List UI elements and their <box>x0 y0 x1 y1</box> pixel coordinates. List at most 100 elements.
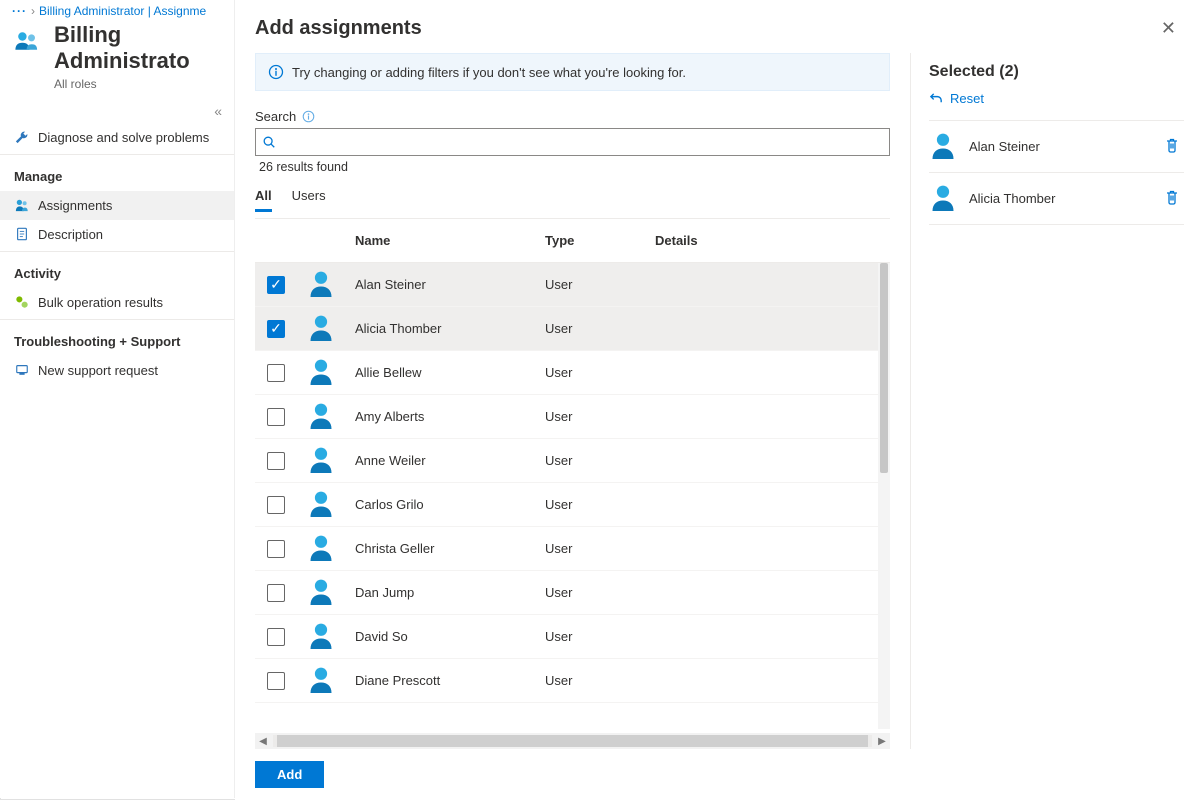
avatar-icon <box>307 401 355 432</box>
search-input[interactable] <box>276 130 883 154</box>
breadcrumb-link[interactable]: Billing Administrator | Assignme <box>39 4 206 18</box>
row-name: Christa Geller <box>355 541 545 556</box>
tab-all[interactable]: All <box>255 184 272 212</box>
collapse-nav-button[interactable]: « <box>0 99 234 123</box>
table-row[interactable]: ✓ Alicia ThomberUser <box>255 307 890 351</box>
row-checkbox[interactable] <box>267 584 285 602</box>
nav-item-bulk[interactable]: Bulk operation results <box>0 288 234 317</box>
avatar-icon <box>929 183 957 214</box>
table-row[interactable]: Carlos GriloUser <box>255 483 890 527</box>
breadcrumb-overflow[interactable]: ··· <box>12 4 27 18</box>
row-name: Allie Bellew <box>355 365 545 380</box>
row-type: User <box>545 321 655 336</box>
row-checkbox[interactable] <box>267 408 285 426</box>
search-icon <box>262 135 276 149</box>
row-checkbox[interactable] <box>267 452 285 470</box>
row-checkbox[interactable] <box>267 540 285 558</box>
nav-item-description[interactable]: Description <box>0 220 234 249</box>
row-name: Anne Weiler <box>355 453 545 468</box>
avatar-icon <box>307 489 355 520</box>
remove-button[interactable] <box>1160 185 1184 212</box>
filter-tabs: All Users <box>255 184 890 212</box>
table-row[interactable]: Dan JumpUser <box>255 571 890 615</box>
add-button[interactable]: Add <box>255 761 324 788</box>
flyout-title: Add assignments <box>255 17 422 40</box>
avatar-icon <box>307 577 355 608</box>
info-icon <box>268 64 284 80</box>
row-name: Diane Prescott <box>355 673 545 688</box>
nav-item-assignments[interactable]: Assignments <box>0 191 234 220</box>
nav-item-label: Description <box>38 227 103 242</box>
selected-title: Selected (2) <box>929 53 1184 81</box>
table-row[interactable]: David SoUser <box>255 615 890 659</box>
tab-users[interactable]: Users <box>292 184 326 212</box>
avatar-icon <box>307 665 355 696</box>
table-row[interactable]: ✓Alan SteinerUser <box>255 263 890 307</box>
vertical-scrollbar[interactable] <box>878 263 890 729</box>
selected-item: Alicia Thomber <box>929 172 1184 225</box>
selected-panel: Selected (2) Reset Alan Steiner Alicia Th… <box>910 53 1200 749</box>
reset-label: Reset <box>950 91 984 106</box>
table-row[interactable]: Allie BellewUser <box>255 351 890 395</box>
row-checkbox[interactable] <box>267 364 285 382</box>
row-name: David So <box>355 629 545 644</box>
row-checkbox[interactable] <box>267 496 285 514</box>
bulk-icon <box>14 295 30 309</box>
page-header: Billing Administrato All roles <box>0 18 234 99</box>
row-name: Alicia Thomber <box>355 321 545 336</box>
selected-name: Alicia Thomber <box>969 191 1148 206</box>
nav-item-label: Bulk operation results <box>38 295 163 310</box>
info-text: Try changing or adding filters if you do… <box>292 65 686 80</box>
table-row[interactable]: Anne WeilerUser <box>255 439 890 483</box>
role-icon <box>14 22 44 57</box>
breadcrumb: ··· › Billing Administrator | Assignme <box>0 0 234 18</box>
remove-button[interactable] <box>1160 133 1184 160</box>
avatar-icon <box>307 313 355 344</box>
trash-icon <box>1164 189 1180 205</box>
undo-icon <box>929 91 944 106</box>
table-row[interactable]: Diane PrescottUser <box>255 659 890 703</box>
reset-button[interactable]: Reset <box>929 91 1184 106</box>
selected-name: Alan Steiner <box>969 139 1148 154</box>
row-checkbox[interactable]: ✓ <box>267 320 285 338</box>
row-checkbox[interactable]: ✓ <box>267 276 285 294</box>
row-type: User <box>545 277 655 292</box>
nav-diagnose[interactable]: Diagnose and solve problems <box>0 123 234 152</box>
left-navigation: ··· › Billing Administrator | Assignme B… <box>0 0 235 798</box>
row-type: User <box>545 585 655 600</box>
row-name: Dan Jump <box>355 585 545 600</box>
row-checkbox[interactable] <box>267 628 285 646</box>
nav-item-label: Assignments <box>38 198 112 213</box>
close-button[interactable]: ✕ <box>1157 14 1180 43</box>
avatar-icon <box>307 445 355 476</box>
wrench-icon <box>14 130 30 144</box>
description-icon <box>14 227 30 241</box>
col-details[interactable]: Details <box>655 233 878 248</box>
avatar-icon <box>307 621 355 652</box>
nav-diagnose-label: Diagnose and solve problems <box>38 130 209 145</box>
row-type: User <box>545 497 655 512</box>
row-checkbox[interactable] <box>267 672 285 690</box>
row-type: User <box>545 541 655 556</box>
search-box[interactable] <box>255 128 890 156</box>
table-row[interactable]: Christa GellerUser <box>255 527 890 571</box>
col-name[interactable]: Name <box>355 233 545 248</box>
info-icon <box>302 110 315 123</box>
row-type: User <box>545 453 655 468</box>
add-assignments-panel: Add assignments ✕ Try changing or adding… <box>235 0 1200 800</box>
avatar-icon <box>307 533 355 564</box>
search-label: Search <box>255 109 296 124</box>
avatar-icon <box>929 131 957 162</box>
results-count: 26 results found <box>259 160 890 174</box>
row-type: User <box>545 365 655 380</box>
horizontal-scrollbar[interactable]: ◀▶ <box>255 733 890 749</box>
table-row[interactable]: Amy AlbertsUser <box>255 395 890 439</box>
table-header: Name Type Details <box>255 219 890 263</box>
nav-group-manage: Manage <box>0 157 234 191</box>
nav-item-support[interactable]: New support request <box>0 356 234 385</box>
col-type[interactable]: Type <box>545 233 655 248</box>
nav-group-troubleshooting-support: Troubleshooting + Support <box>0 322 234 356</box>
assignment-picker: Try changing or adding filters if you do… <box>235 53 910 749</box>
nav-group-activity: Activity <box>0 254 234 288</box>
assignments-icon <box>14 198 30 212</box>
